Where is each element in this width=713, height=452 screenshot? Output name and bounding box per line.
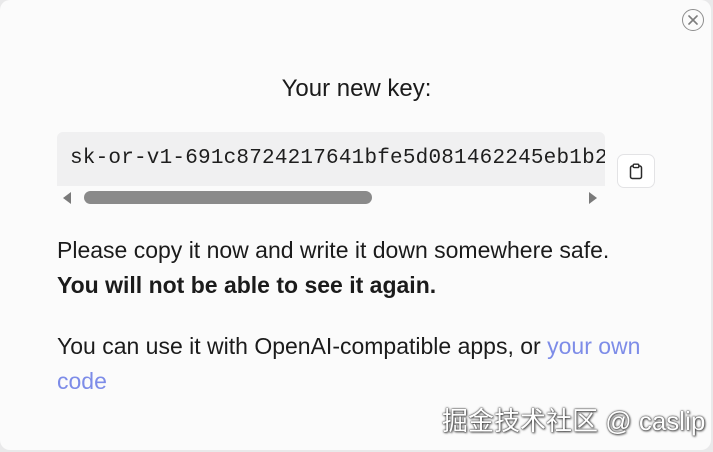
watermark: 掘金技术社区 @ caslip <box>442 406 706 436</box>
copy-warning-text: Please copy it now and write it down som… <box>57 237 610 263</box>
copy-warning-bold: You will not be able to see it again. <box>57 272 437 298</box>
copy-warning-paragraph: Please copy it now and write it down som… <box>57 233 657 303</box>
scroll-left-arrow[interactable] <box>63 192 71 204</box>
api-key-dialog: Your new key: sk-or-v1-691c8724217641bfe… <box>0 0 711 450</box>
scroll-right-arrow[interactable] <box>589 192 597 204</box>
usage-paragraph: You can use it with OpenAI-compatible ap… <box>57 329 657 399</box>
horizontal-scrollbar[interactable] <box>57 186 605 210</box>
close-button[interactable] <box>682 9 704 31</box>
usage-text: You can use it with OpenAI-compatible ap… <box>57 333 548 359</box>
clipboard-icon <box>629 163 643 179</box>
scrollbar-thumb[interactable] <box>84 191 372 204</box>
api-key-text[interactable]: sk-or-v1-691c8724217641bfe5d081462245eb1… <box>70 146 605 172</box>
key-display-box[interactable]: sk-or-v1-691c8724217641bfe5d081462245eb1… <box>57 132 605 186</box>
close-icon <box>688 15 698 25</box>
dialog-title: Your new key: <box>281 75 432 102</box>
copy-key-button[interactable] <box>617 154 655 188</box>
